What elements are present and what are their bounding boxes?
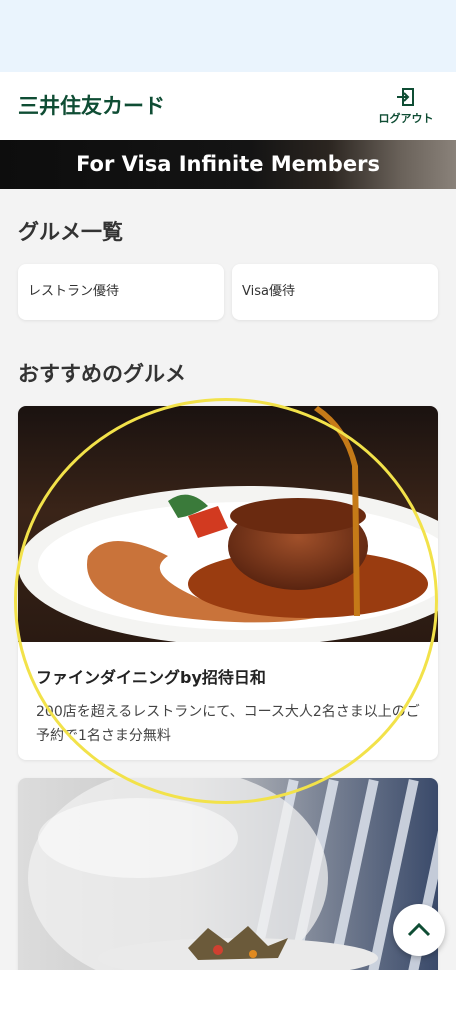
card-title: ファインダイニングby招待日和 xyxy=(36,668,266,687)
recommended-card-2[interactable] xyxy=(18,778,438,978)
category-visa-button[interactable]: Visa優待 xyxy=(232,264,438,320)
app-header: 三井住友カード ログアウト xyxy=(0,72,456,140)
logout-icon xyxy=(397,88,414,106)
smoked-dish-image xyxy=(18,778,438,978)
members-banner: For Visa Infinite Members xyxy=(0,140,456,189)
gourmet-list-title: グルメ一覧 xyxy=(18,220,123,244)
brand-logo[interactable]: 三井住友カード xyxy=(18,90,165,120)
logout-label: ログアウト xyxy=(378,112,434,125)
recommended-card[interactable]: ファインダイニングby招待日和 200店を超えるレストランにて、コース大人2名さ… xyxy=(18,406,438,760)
steak-dish-image xyxy=(18,406,438,642)
card-description: 200店を超えるレストランにて、コース大人2名さま以上のご予約で1名さま分無料 xyxy=(36,704,420,744)
chevron-up-icon xyxy=(407,922,431,937)
scroll-to-top-button[interactable] xyxy=(393,904,445,956)
status-bar xyxy=(0,0,456,72)
bottom-bar xyxy=(0,970,456,1024)
category-restaurant-button[interactable]: レストラン優待 xyxy=(18,264,224,320)
recommended-title: おすすめのグルメ xyxy=(18,362,186,386)
logout-button[interactable]: ログアウト xyxy=(372,86,440,126)
